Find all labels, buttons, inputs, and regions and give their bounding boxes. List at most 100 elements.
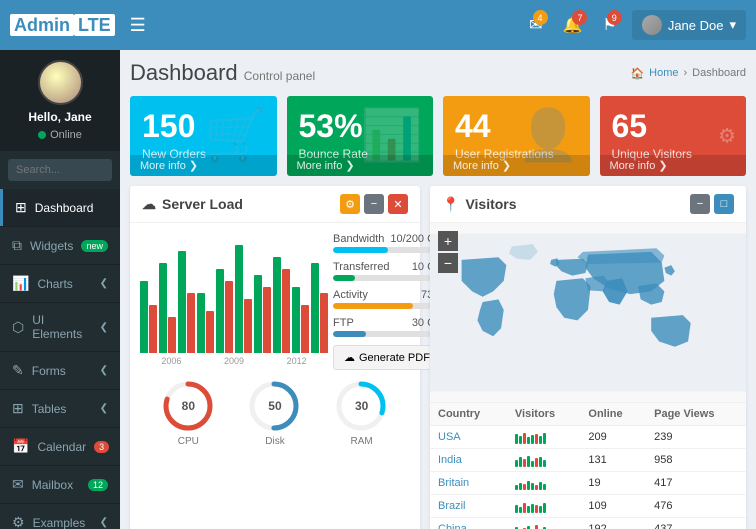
examples-icon: ⚙ bbox=[12, 514, 25, 529]
stat-box-orders: 150 New Orders 🛒 More info ❯ bbox=[130, 96, 277, 176]
country-link[interactable]: China bbox=[438, 523, 467, 529]
sidebar-item-forms[interactable]: ✎ Forms ❮ bbox=[0, 352, 120, 390]
bar-green bbox=[178, 251, 186, 353]
search-input[interactable] bbox=[8, 159, 112, 181]
page-subtitle: Control panel bbox=[244, 69, 315, 83]
bar-red bbox=[263, 287, 271, 353]
map-zoom-out-button[interactable]: − bbox=[438, 253, 458, 273]
reg-footer[interactable]: More info ❯ bbox=[443, 155, 590, 176]
th-pageviews: Page Views bbox=[646, 403, 746, 426]
donut-label: RAM bbox=[334, 436, 389, 447]
user-menu[interactable]: Jane Doe ▾ bbox=[632, 10, 746, 40]
online-status: Online bbox=[38, 129, 82, 141]
country-link[interactable]: USA bbox=[438, 431, 461, 443]
sidebar-item-examples[interactable]: ⚙ Examples ❮ bbox=[0, 504, 120, 529]
sidebar-item-charts[interactable]: 📊 Charts ❮ bbox=[0, 265, 120, 303]
sidebar-item-label: Examples bbox=[33, 516, 86, 529]
top-navbar: AdminLTE ☰ ✉ 4 🔔 7 ⚑ 9 Jane Doe ▾ bbox=[0, 0, 756, 50]
country-link[interactable]: Brazil bbox=[438, 500, 466, 512]
chevron-icon: ❮ bbox=[100, 322, 108, 333]
sidebar-item-widgets[interactable]: ⧉ Widgets new bbox=[0, 227, 120, 265]
tables-icon: ⊞ bbox=[12, 400, 24, 417]
page-header: Dashboard Control panel 🏠 Home › Dashboa… bbox=[130, 60, 746, 86]
cloud-icon: ☁ bbox=[344, 351, 355, 364]
chevron-down-icon: ▾ bbox=[729, 17, 736, 33]
sidebar-item-calendar[interactable]: 📅 Calendar 3 bbox=[0, 428, 120, 466]
stat-boxes: 150 New Orders 🛒 More info ❯ 53% Bounce … bbox=[130, 96, 746, 176]
sidebar: Hello, Jane Online ⊞ Dashboard ⧉ Widgets… bbox=[0, 50, 120, 529]
bounce-footer[interactable]: More info ❯ bbox=[287, 155, 434, 176]
hamburger-button[interactable]: ☰ bbox=[125, 10, 151, 41]
bar-group bbox=[159, 263, 176, 353]
server-load-panel: ☁ Server Load ⚙ − ✕ bbox=[130, 186, 420, 529]
progress-bar bbox=[333, 247, 443, 253]
sidebar-item-label: Forms bbox=[32, 364, 66, 378]
dashboard-icon: ⊞ bbox=[15, 199, 27, 216]
generate-pdf-button[interactable]: ☁ Generate PDF bbox=[333, 345, 443, 370]
bar-group bbox=[140, 281, 157, 353]
sidebar-item-mailbox[interactable]: ✉ Mailbox 12 bbox=[0, 466, 120, 504]
page-title-area: Dashboard Control panel bbox=[130, 60, 315, 86]
sidebar-user-profile: Hello, Jane Online bbox=[0, 50, 120, 151]
country-link[interactable]: India bbox=[438, 454, 462, 466]
calendar-badge: 3 bbox=[94, 441, 109, 453]
panel-config-button[interactable]: ⚙ bbox=[340, 194, 360, 214]
map-zoom-in-button[interactable]: + bbox=[438, 231, 458, 251]
sidebar-item-tables[interactable]: ⊞ Tables ❮ bbox=[0, 390, 120, 428]
pageview-count: 958 bbox=[646, 449, 746, 472]
bar-green bbox=[311, 263, 319, 353]
world-map: + − bbox=[430, 223, 746, 403]
server-load-body: 2006 2009 2012 Bandwidth 10/200 GB bbox=[130, 223, 420, 462]
panel-minimize-button[interactable]: − bbox=[364, 194, 384, 214]
stat-row: Activity 73% bbox=[333, 289, 443, 309]
sidebar-item-label: Charts bbox=[37, 277, 72, 291]
stats-right: Bandwidth 10/200 GB Transferred 10 GB bbox=[333, 233, 443, 370]
visitors-expand-button[interactable]: □ bbox=[714, 194, 734, 214]
orders-footer[interactable]: More info ❯ bbox=[130, 155, 277, 176]
server-load-title: ☁ Server Load bbox=[142, 196, 243, 213]
sidebar-item-ui-elements[interactable]: ⬡ UI Elements ❮ bbox=[0, 303, 120, 352]
vis-footer[interactable]: More info ❯ bbox=[600, 155, 747, 176]
donut-label: Disk bbox=[247, 436, 302, 447]
cloud-icon: ☁ bbox=[142, 196, 156, 213]
user-name: Jane Doe bbox=[668, 18, 724, 33]
chart-labels: 2006 2009 2012 bbox=[140, 356, 328, 366]
world-map-svg bbox=[430, 223, 746, 402]
app-logo: AdminLTE bbox=[10, 15, 115, 36]
bar-group bbox=[254, 275, 271, 353]
th-country: Country bbox=[430, 403, 507, 426]
breadcrumb: 🏠 Home › Dashboard bbox=[630, 67, 746, 80]
visitors-minimize-button[interactable]: − bbox=[690, 194, 710, 214]
tasks-button[interactable]: ⚑ 9 bbox=[597, 10, 621, 40]
bar-group bbox=[235, 245, 252, 353]
breadcrumb-home[interactable]: Home bbox=[649, 67, 678, 79]
table-row: India 131 958 bbox=[430, 449, 746, 472]
donut-item: 50 Disk bbox=[247, 378, 302, 447]
country-link[interactable]: Britain bbox=[438, 477, 469, 489]
stat-box-visitors: 65 Unique Visitors ⚙ More info ❯ bbox=[600, 96, 747, 176]
progress-fill bbox=[333, 247, 388, 253]
mini-bars bbox=[515, 499, 572, 513]
messages-button[interactable]: ✉ 4 bbox=[524, 10, 547, 40]
stat-row: Transferred 10 GB bbox=[333, 261, 443, 281]
donut-item: 80 CPU bbox=[161, 378, 216, 447]
bar-group bbox=[197, 293, 214, 353]
progress-fill bbox=[333, 331, 366, 337]
gear-icon[interactable]: ⚙ bbox=[718, 124, 736, 149]
user-avatar bbox=[642, 15, 662, 35]
panels-row: ☁ Server Load ⚙ − ✕ bbox=[130, 186, 746, 529]
progress-bar bbox=[333, 275, 443, 281]
bar-green bbox=[140, 281, 148, 353]
progress-bar bbox=[333, 331, 443, 337]
online-count: 209 bbox=[580, 426, 646, 449]
alerts-button[interactable]: 🔔 7 bbox=[558, 10, 588, 40]
bar-group bbox=[311, 263, 328, 353]
panel-close-button[interactable]: ✕ bbox=[388, 194, 408, 214]
chart-area: 2006 2009 2012 Bandwidth 10/200 GB bbox=[140, 233, 410, 370]
sidebar-item-dashboard[interactable]: ⊞ Dashboard bbox=[0, 189, 120, 227]
map-zoom-controls: + − bbox=[438, 231, 458, 273]
bar-red bbox=[225, 281, 233, 353]
page-title: Dashboard Control panel bbox=[130, 60, 315, 86]
bar-green bbox=[292, 287, 300, 353]
new-badge: new bbox=[81, 240, 108, 252]
